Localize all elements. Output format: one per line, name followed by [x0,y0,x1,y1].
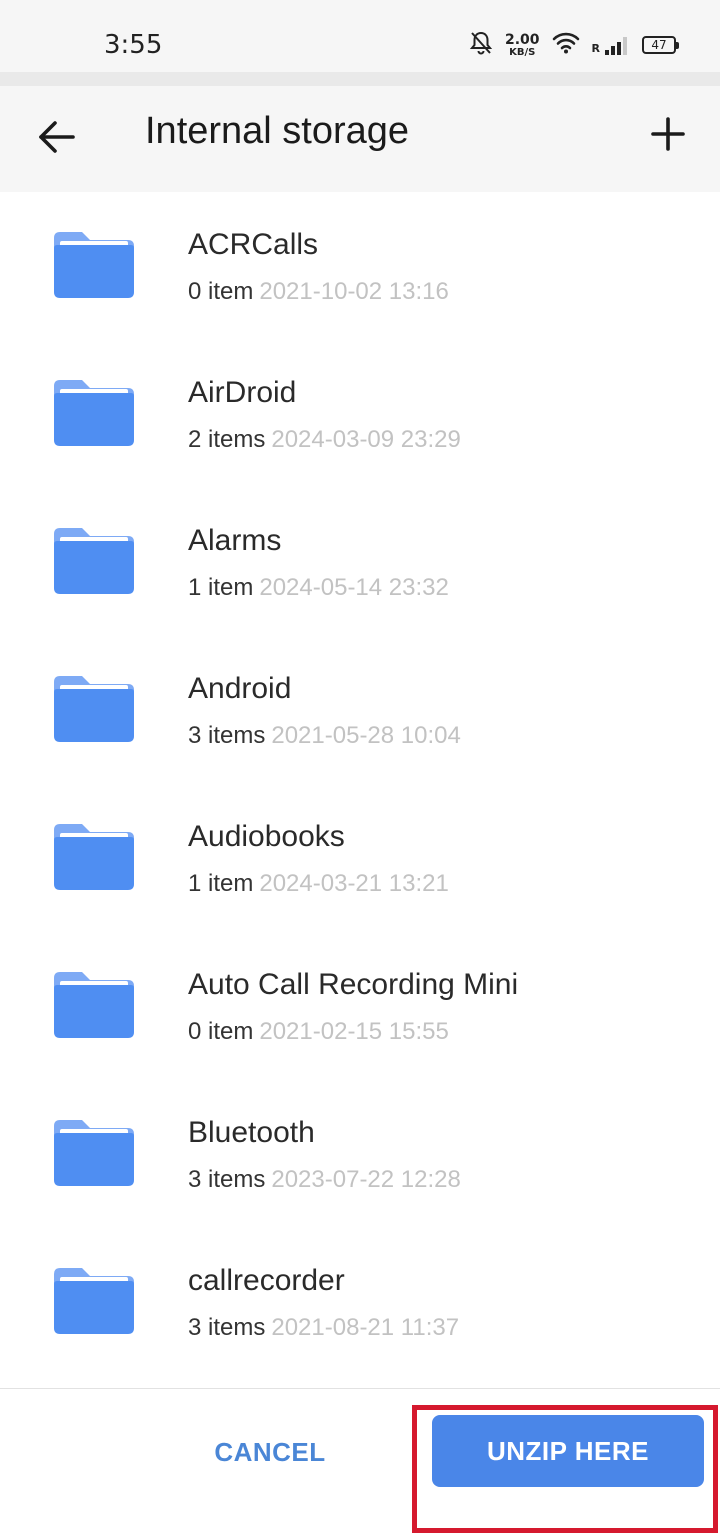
folder-date: 2024-03-09 23:29 [271,426,461,453]
folder-row[interactable]: Auto Call Recording Mini 0 item 2021-02-1… [0,932,720,1080]
folder-date: 2021-08-21 11:37 [271,1314,460,1341]
folder-item-count: 0 item [188,278,254,305]
folder-icon [54,824,134,890]
folder-name: Android [188,672,292,705]
folder-name: Alarms [188,524,282,557]
folder-name: Audiobooks [188,820,345,853]
folder-meta: 3 items 2023-07-22 12:28 [188,1166,461,1194]
folder-icon [54,676,134,742]
network-speed-unit: KB/S [509,46,536,58]
status-time: 3:55 [104,30,163,60]
cancel-button[interactable]: CANCEL [190,1427,350,1477]
folder-list: ACRCalls 0 item 2021-10-02 13:16 AirDroid… [0,192,720,1376]
folder-item-count: 3 items [188,1166,266,1193]
folder-icon [54,232,134,298]
folder-row[interactable]: AirDroid 2 items 2024-03-09 23:29 [0,340,720,488]
back-button[interactable] [28,108,86,166]
folder-name: AirDroid [188,376,297,409]
folder-item-count: 0 item [188,1018,254,1045]
wifi-icon [552,32,580,59]
page-title: Internal storage [145,110,410,152]
folder-meta: 3 items 2021-05-28 10:04 [188,722,461,750]
folder-name: callrecorder [188,1264,345,1297]
battery-level: 47 [651,38,667,52]
folder-meta: 1 item 2024-05-14 23:32 [188,574,449,602]
roaming-label: R [591,42,600,55]
arrow-left-icon [39,121,75,153]
folder-icon [54,972,134,1038]
folder-name: Bluetooth [188,1116,315,1149]
folder-row[interactable]: Audiobooks 1 item 2024-03-21 13:21 [0,784,720,932]
folder-row[interactable]: Alarms 1 item 2024-05-14 23:32 [0,488,720,636]
bottom-action-bar: CANCEL UNZIP HERE [0,1389,720,1537]
folder-date: 2021-05-28 10:04 [271,722,461,749]
folder-row[interactable]: ACRCalls 0 item 2021-10-02 13:16 [0,192,720,340]
add-folder-button[interactable] [638,104,698,164]
folder-row[interactable]: Bluetooth 3 items 2023-07-22 12:28 [0,1080,720,1228]
network-speed: 2.00 KB/S [505,33,540,58]
folder-item-count: 1 item [188,574,254,601]
folder-item-count: 2 items [188,426,266,453]
folder-icon [54,528,134,594]
status-bar: 3:55 2.00 KB/S R 47 [0,0,720,72]
folder-item-count: 3 items [188,1314,266,1341]
folder-item-count: 1 item [188,870,254,897]
folder-meta: 3 items 2021-08-21 11:37 [188,1314,459,1342]
status-icons: 2.00 KB/S R 47 [469,28,679,62]
folder-date: 2021-10-02 13:16 [259,278,449,305]
folder-name: Auto Call Recording Mini [188,968,519,1001]
mute-bell-icon [469,30,493,61]
unzip-here-button[interactable]: UNZIP HERE [432,1415,704,1487]
folder-date: 2023-07-22 12:28 [271,1166,461,1193]
folder-name: ACRCalls [188,228,319,261]
folder-meta: 0 item 2021-10-02 13:16 [188,278,449,306]
signal-icon: R [592,35,630,55]
plus-icon [651,117,685,151]
folder-row[interactable]: callrecorder 3 items 2021-08-21 11:37 [0,1228,720,1376]
app-bar: Internal storage [0,86,720,192]
folder-item-count: 3 items [188,722,266,749]
folder-date: 2024-05-14 23:32 [259,574,449,601]
folder-date: 2024-03-21 13:21 [259,870,449,897]
folder-meta: 2 items 2024-03-09 23:29 [188,426,461,454]
network-speed-value: 2.00 [504,31,540,48]
folder-row[interactable]: Android 3 items 2021-05-28 10:04 [0,636,720,784]
folder-icon [54,1120,134,1186]
folder-meta: 1 item 2024-03-21 13:21 [188,870,449,898]
folder-meta: 0 item 2021-02-15 15:55 [188,1018,449,1046]
folder-date: 2021-02-15 15:55 [259,1018,449,1045]
header-divider [0,72,720,86]
folder-icon [54,1268,134,1334]
folder-icon [54,380,134,446]
battery-icon: 47 [642,36,679,54]
